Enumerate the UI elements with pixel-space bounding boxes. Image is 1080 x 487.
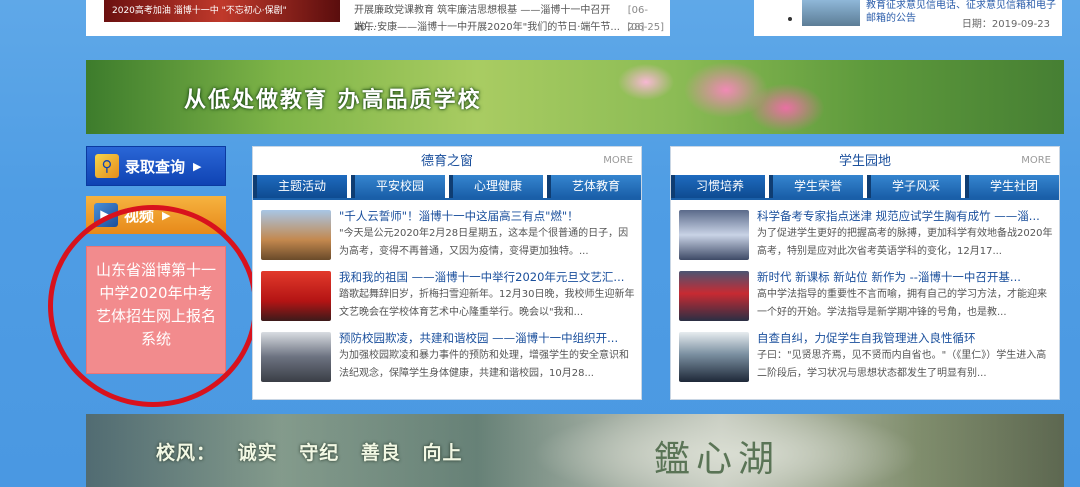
news-title[interactable]: 自查自纠，力促学生自我管理进入良性循环: [757, 330, 1053, 346]
list-item[interactable]: "千人云誓师"！淄博十一中这届高三有点"燃"！ "今天是公元2020年2月28日…: [253, 208, 641, 269]
list-item[interactable]: 科学备考专家指点迷津 规范应试学生胸有成竹 ——淄... 为了促进学生更好的把握…: [671, 208, 1059, 269]
list-item[interactable]: 端午·安康——淄博十一中开展2020年"我们的节日·端午节... [06-25]: [354, 19, 664, 36]
notice-panel: 教育征求意见信电话、征求意见信箱和电子邮箱的公告 日期：2019-09-23: [754, 0, 1062, 36]
top-news-thumbnail[interactable]: 2020高考加油 淄博十一中 "不忘初心·保剧": [104, 0, 340, 22]
student-garden-panel: 学生园地 MORE 习惯培养 学生荣誉 学子风采 学生社团 科学备考专家指点迷津…: [670, 146, 1060, 400]
panel-title: 德育之窗: [420, 154, 473, 169]
tab-mental-health[interactable]: 心理健康: [449, 175, 543, 198]
admission-query-button[interactable]: ⚲ 录取查询 ▶: [86, 146, 226, 186]
news-link[interactable]: 开展廉政党课教育 筑牢廉洁思想根基 ——淄博十一中召开20...: [354, 2, 628, 33]
news-thumbnail[interactable]: [679, 332, 749, 382]
list-item[interactable]: 自查自纠，力促学生自我管理进入良性循环 子曰："见贤思齐焉，见不贤而内自省也。"…: [671, 330, 1059, 391]
tab-student-clubs[interactable]: 学生社团: [965, 175, 1059, 198]
search-icon: ⚲: [95, 154, 119, 178]
list-item[interactable]: 预防校园欺凌，共建和谐校园 ——淄博十一中组织开... 为加强校园欺凌和暴力事件…: [253, 330, 641, 391]
news-thumbnail[interactable]: [679, 210, 749, 260]
chevron-right-icon: ▶: [162, 208, 171, 222]
tab-theme-activities[interactable]: 主题活动: [253, 175, 347, 198]
news-summary: 踏歌起舞辞旧岁，折梅扫雪迎新年。12月30日晚，我校师生迎新年文艺晚会在学校体育…: [339, 289, 635, 318]
video-button[interactable]: ▶ 视频 ▶: [86, 196, 226, 234]
top-news-panel: 2020高考加油 淄博十一中 "不忘初心·保剧" 开展廉政党课教育 筑牢廉洁思想…: [86, 0, 670, 36]
news-date: [06-28]: [627, 5, 648, 33]
news-link[interactable]: 端午·安康——淄博十一中开展2020年"我们的节日·端午节...: [354, 19, 620, 36]
news-title[interactable]: 科学备考专家指点迷津 规范应试学生胸有成竹 ——淄...: [757, 208, 1053, 224]
thumbnail-caption: 2020高考加油 淄博十一中 "不忘初心·保剧": [112, 6, 287, 16]
news-thumbnail[interactable]: [261, 332, 331, 382]
news-summary: 为了促进学生更好的把握高考的脉搏，更加科学有效地备战2020年高考，特别是应对此…: [757, 228, 1053, 257]
tab-arts-sports[interactable]: 艺体教育: [547, 175, 641, 198]
news-summary: 子曰："见贤思齐焉，见不贤而内自省也。"（《里仁》）学生进入高二阶段后，学习状况…: [757, 350, 1047, 379]
tab-student-honors[interactable]: 学生荣誉: [769, 175, 863, 198]
list-item[interactable]: 开展廉政党课教育 筑牢廉洁思想根基 ——淄博十一中召开20... [06-28]: [354, 2, 664, 33]
news-summary: "今天是公元2020年2月28日星期五，这本是个很普通的日子，因为高考，变得不再…: [339, 228, 629, 257]
news-thumbnail[interactable]: [261, 271, 331, 321]
top-news-list: 开展廉政党课教育 筑牢廉洁思想根基 ——淄博十一中召开20... [06-28]…: [354, 2, 664, 36]
chevron-right-icon: ▶: [193, 159, 202, 173]
bullet-icon: [788, 17, 792, 21]
admission-query-label: 录取查询: [125, 157, 186, 176]
list-item[interactable]: 新时代 新课标 新站位 新作为 --淄博十一中召开基... 高中学法指导的重要性…: [671, 269, 1059, 330]
news-summary: 高中学法指导的重要性不言而喻，拥有自己的学习方法，才能迎来一个好的开始。学法指导…: [757, 289, 1047, 318]
news-summary: 为加强校园欺凌和暴力事件的预防和处理，增强学生的安全意识和法纪观念，保障学生身体…: [339, 350, 629, 379]
art-enrollment-link[interactable]: 山东省淄博第十一中学2020年中考艺体招生网上报名系统: [86, 246, 226, 374]
tab-bar: 习惯培养 学生荣誉 学子风采 学生社团: [671, 175, 1059, 200]
slogan-banner: 从低处做教育 办高品质学校: [86, 60, 1064, 134]
notice-date: 日期：2019-09-23: [961, 19, 1050, 30]
panel-header: 德育之窗 MORE: [253, 147, 641, 175]
video-icon: ▶: [94, 203, 118, 227]
news-title[interactable]: 预防校园欺凌，共建和谐校园 ——淄博十一中组织开...: [339, 330, 635, 346]
school-motto: 校风： 诚实 守纪 善良 向上: [156, 442, 463, 464]
tab-student-style[interactable]: 学子风采: [867, 175, 961, 198]
moral-education-panel: 德育之窗 MORE 主题活动 平安校园 心理健康 艺体教育 "千人云誓师"！淄博…: [252, 146, 642, 400]
lake-calligraphy: 鑑心湖: [654, 439, 781, 480]
news-thumbnail[interactable]: [679, 271, 749, 321]
panel-header: 学生园地 MORE: [671, 147, 1059, 175]
tab-safe-campus[interactable]: 平安校园: [351, 175, 445, 198]
art-enrollment-text: 山东省淄博第十一中学2020年中考艺体招生网上报名系统: [95, 261, 216, 348]
school-motto-banner: 校风： 诚实 守纪 善良 向上 鑑心湖: [86, 414, 1064, 487]
notice-thumbnail[interactable]: [802, 0, 860, 26]
more-link[interactable]: MORE: [1021, 147, 1051, 175]
news-title[interactable]: 我和我的祖国 ——淄博十一中举行2020年元旦文艺汇...: [339, 269, 635, 285]
tab-bar: 主题活动 平安校园 心理健康 艺体教育: [253, 175, 641, 200]
news-title[interactable]: 新时代 新课标 新站位 新作为 --淄博十一中召开基...: [757, 269, 1053, 285]
banner-slogan: 从低处做教育 办高品质学校: [184, 87, 482, 113]
news-date: [06-25]: [627, 22, 664, 33]
list-item[interactable]: 我和我的祖国 ——淄博十一中举行2020年元旦文艺汇... 踏歌起舞辞旧岁，折梅…: [253, 269, 641, 330]
news-title[interactable]: "千人云誓师"！淄博十一中这届高三有点"燃"！: [339, 208, 635, 224]
panel-title: 学生园地: [838, 154, 891, 169]
tab-habit-building[interactable]: 习惯培养: [671, 175, 765, 198]
more-link[interactable]: MORE: [603, 147, 633, 175]
video-label: 视频: [124, 206, 155, 225]
news-thumbnail[interactable]: [261, 210, 331, 260]
